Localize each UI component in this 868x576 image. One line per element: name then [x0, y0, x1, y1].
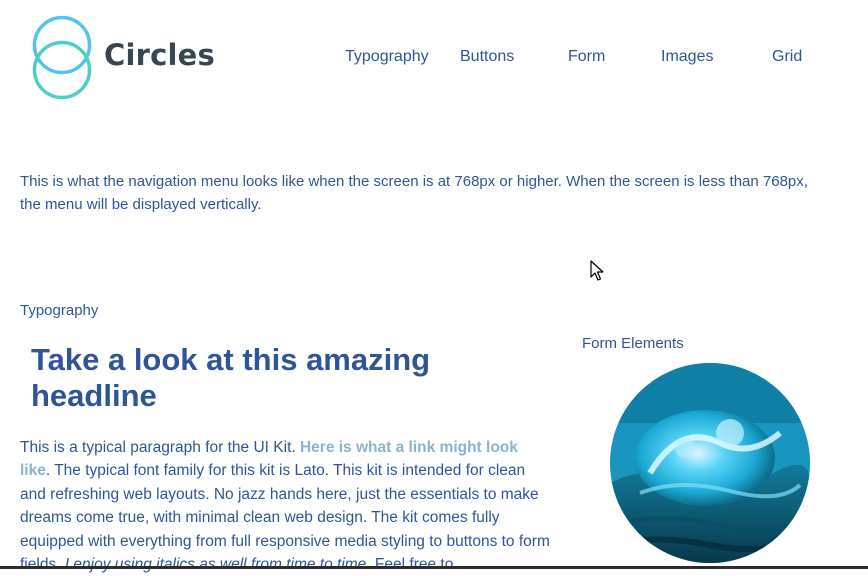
sample-headline: Take a look at this amazing headline [31, 342, 431, 413]
ocean-wave-image [610, 363, 810, 563]
paragraph-text-start: This is a typical paragraph for the UI K… [20, 439, 300, 456]
nav-item-form[interactable]: Form [568, 48, 605, 66]
form-elements-section-label: Form Elements [582, 335, 684, 352]
mouse-pointer-icon [590, 260, 604, 281]
nav-item-grid[interactable]: Grid [772, 48, 802, 66]
nav-item-typography[interactable]: Typography [345, 48, 429, 66]
sample-paragraph: This is a typical paragraph for the UI K… [20, 436, 550, 576]
nav-item-buttons[interactable]: Buttons [460, 48, 514, 66]
main-navigation: Typography Buttons Form Images Grid [0, 48, 868, 68]
paragraph-italic-text: I enjoy using italics as well from time … [64, 556, 367, 574]
nav-item-images[interactable]: Images [661, 48, 713, 66]
typography-section-label: Typography [20, 302, 99, 319]
navigation-description: This is what the navigation menu looks l… [20, 173, 808, 213]
paragraph-text-end: . Feel free to [366, 556, 454, 574]
